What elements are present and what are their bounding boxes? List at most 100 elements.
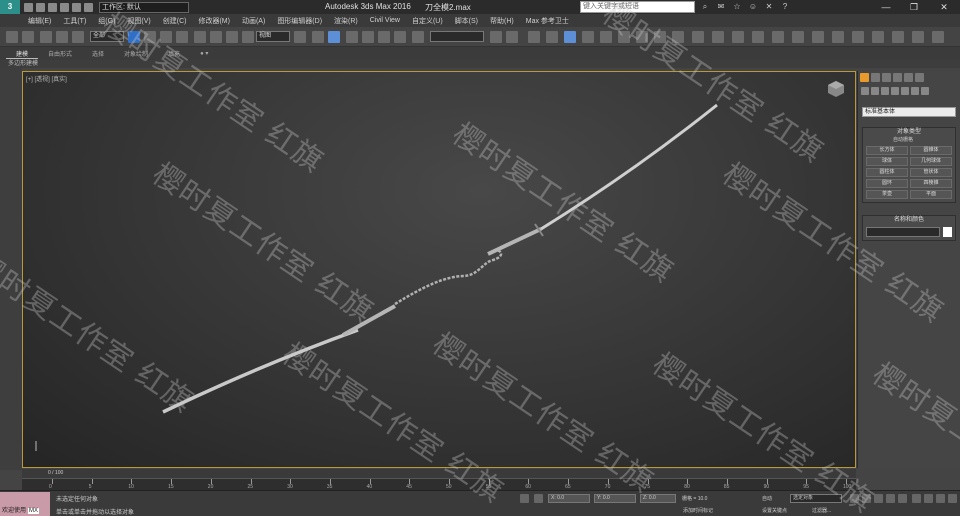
angle-snap-icon[interactable] [362, 31, 374, 43]
minimize-icon[interactable]: — [872, 0, 900, 14]
create-tab-icon[interactable] [860, 73, 869, 82]
auto-key-button[interactable]: 自动 [762, 495, 772, 502]
menu-tools[interactable]: 工具(T) [57, 16, 92, 26]
orbit-icon[interactable] [948, 494, 957, 503]
object-type-header[interactable]: 对象类型 [863, 128, 955, 137]
menu-group[interactable]: 组(G) [92, 16, 121, 26]
percent-snap-icon[interactable] [378, 31, 390, 43]
scene-explorer-icon[interactable] [528, 31, 540, 43]
render-setup-icon[interactable] [636, 31, 648, 43]
ribbon-panel-label[interactable]: 多边形建模 [0, 61, 38, 67]
close-icon[interactable]: ✕ [930, 0, 958, 14]
move-icon[interactable] [194, 31, 206, 43]
curve-editor-icon[interactable] [582, 31, 594, 43]
save-file-icon[interactable] [48, 2, 57, 12]
media-browser-icon[interactable] [812, 31, 824, 43]
lock-selection-icon[interactable] [520, 494, 529, 503]
menu-max-security[interactable]: Max 参考卫士 [520, 16, 575, 26]
menu-edit[interactable]: 编辑(E) [22, 16, 57, 26]
open-file-icon[interactable] [36, 2, 45, 12]
previous-frame-icon[interactable] [862, 494, 871, 503]
menu-help[interactable]: 帮助(H) [484, 16, 520, 26]
track-bar[interactable]: 0 5 10 15 20 25 30 35 40 45 50 55 60 65 70 75 80 85 90 95 10… [22, 478, 856, 490]
unlink-icon[interactable] [56, 31, 68, 43]
pan-view-icon[interactable] [936, 494, 945, 503]
tab-freeform[interactable]: 自由形式 [38, 49, 82, 58]
toolbar-more-icon[interactable] [932, 31, 944, 43]
rendered-frame-window-icon[interactable] [654, 31, 666, 43]
rectangular-selection-icon[interactable] [160, 31, 172, 43]
y-coordinate-field[interactable]: Y: 0.0 [594, 494, 636, 503]
named-selection-dropdown[interactable] [430, 31, 484, 42]
project-folder-icon[interactable] [84, 2, 93, 12]
cylinder-button[interactable]: 圆柱体 [866, 168, 908, 177]
object-color-swatch[interactable] [943, 227, 952, 237]
asset-tracking-icon[interactable] [832, 31, 844, 43]
batch-render-icon[interactable] [792, 31, 804, 43]
align-icon[interactable] [506, 31, 518, 43]
ribbon-toggle-icon[interactable] [564, 31, 576, 43]
zoom-all-icon[interactable] [924, 494, 933, 503]
menu-views[interactable]: 视图(V) [121, 16, 156, 26]
undo-icon[interactable] [6, 31, 18, 43]
redo-icon[interactable] [22, 31, 34, 43]
rotate-icon[interactable] [210, 31, 222, 43]
menu-graph-editors[interactable]: 图形编辑器(D) [271, 16, 328, 26]
window-crossing-icon[interactable] [176, 31, 188, 43]
torus-button[interactable]: 圆环 [866, 179, 908, 188]
reference-coordinate-dropdown[interactable]: 视图 [256, 31, 290, 42]
search-icon[interactable]: ⌕ [700, 2, 710, 12]
bind-space-warp-icon[interactable] [72, 31, 84, 43]
info-center-icon[interactable]: ✉ [716, 2, 726, 12]
zoom-icon[interactable] [912, 494, 921, 503]
geosphere-button[interactable]: 几何球体 [910, 157, 952, 166]
render-cloud-icon[interactable] [712, 31, 724, 43]
workspace-dropdown[interactable]: 工作区: 默认 [99, 1, 189, 13]
viewcube-icon[interactable] [827, 80, 845, 98]
sphere-button[interactable]: 球体 [866, 157, 908, 166]
account-icon[interactable]: ☺ [748, 2, 758, 12]
object-name-field[interactable] [866, 227, 940, 237]
keyboard-shortcut-toggle-icon[interactable] [328, 31, 340, 43]
x-coordinate-field[interactable]: X: 0.0 [548, 494, 590, 503]
time-slider[interactable]: 0 / 100 [22, 469, 856, 478]
pivot-center-icon[interactable] [294, 31, 306, 43]
utilities-tab-icon[interactable] [915, 73, 924, 82]
systems-icon[interactable] [921, 87, 929, 95]
add-time-tag[interactable]: 添加时间标记 [683, 507, 713, 514]
key-filters-button[interactable]: 过滤器... [812, 507, 831, 514]
display-tab-icon[interactable] [904, 73, 913, 82]
scale-icon[interactable] [226, 31, 238, 43]
undo-icon[interactable] [60, 2, 69, 12]
search-input[interactable]: 键入关键字或短语 [580, 1, 695, 13]
help-icon[interactable]: ? [780, 2, 790, 12]
app-logo-icon[interactable]: 3 [0, 0, 20, 14]
geometry-icon[interactable] [861, 87, 869, 95]
menu-customize[interactable]: 自定义(U) [406, 16, 449, 26]
container-icon[interactable] [872, 31, 884, 43]
menu-animation[interactable]: 动画(A) [236, 16, 271, 26]
next-frame-icon[interactable] [886, 494, 895, 503]
xref-icon[interactable] [892, 31, 904, 43]
box-button[interactable]: 长方体 [866, 146, 908, 155]
name-color-header[interactable]: 名称和颜色 [863, 216, 955, 225]
pyramid-button[interactable]: 四棱锥 [910, 179, 952, 188]
snap-toggle-icon[interactable] [346, 31, 358, 43]
select-link-icon[interactable] [40, 31, 52, 43]
extras-icon[interactable] [912, 31, 924, 43]
go-to-end-icon[interactable] [898, 494, 907, 503]
edit-named-selection-icon[interactable] [412, 31, 424, 43]
tube-button[interactable]: 管状体 [910, 168, 952, 177]
lights-icon[interactable] [881, 87, 889, 95]
motion-tab-icon[interactable] [893, 73, 902, 82]
set-key-button[interactable]: 设置关键点 [762, 507, 787, 514]
autogrid-checkbox[interactable]: 自动栅格 [863, 137, 955, 144]
absolute-mode-icon[interactable] [534, 494, 543, 503]
populate-icon[interactable] [752, 31, 764, 43]
maximize-icon[interactable]: ❐ [900, 0, 928, 14]
menu-modifiers[interactable]: 修改器(M) [192, 16, 236, 26]
hierarchy-tab-icon[interactable] [882, 73, 891, 82]
z-coordinate-field[interactable]: Z: 0.0 [640, 494, 676, 503]
space-warps-icon[interactable] [911, 87, 919, 95]
menu-scripting[interactable]: 脚本(S) [449, 16, 484, 26]
